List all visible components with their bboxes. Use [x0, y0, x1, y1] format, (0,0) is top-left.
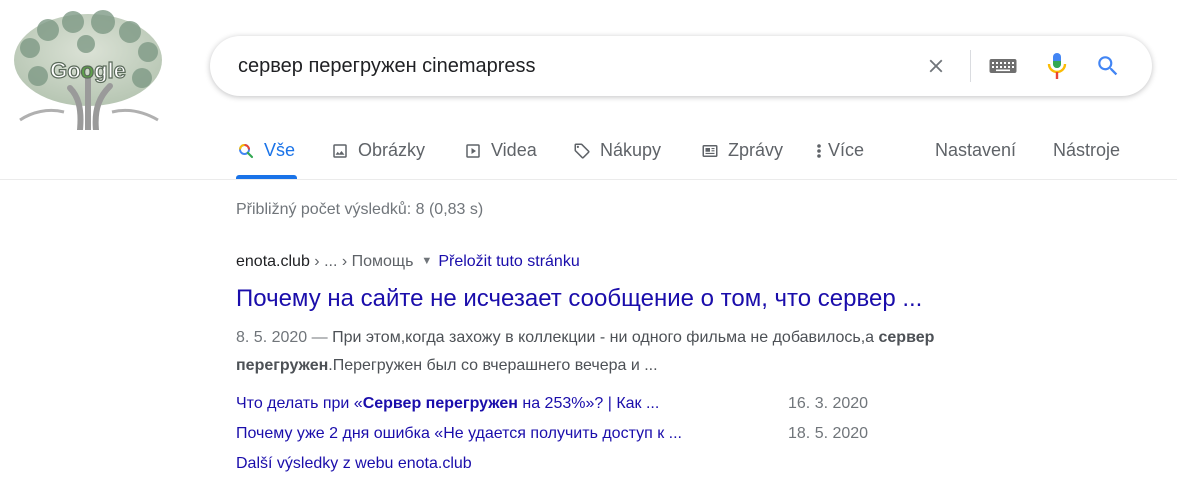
sublink-date: 16. 3. 2020 [788, 395, 869, 412]
result-stats: Přibližný počet výsledků: 8 (0,83 s) [236, 201, 484, 218]
voice-search-button[interactable] [1040, 49, 1074, 83]
tab-all[interactable]: Vše [236, 140, 297, 180]
news-icon [700, 141, 720, 161]
result-domain: enota.club [236, 253, 310, 270]
tab-label: Vše [264, 140, 296, 160]
tab-label: Obrázky [358, 140, 426, 160]
result-breadcrumb: enota.club › ... › Помощь ▼ Přeložit tuto … [236, 253, 580, 271]
search-divider [970, 50, 971, 82]
play-icon [463, 141, 483, 161]
sublink[interactable]: Что делать при «Сервер перегружен на 253… [236, 395, 788, 413]
virtual-keyboard-button[interactable] [986, 49, 1020, 83]
search-input[interactable] [238, 36, 898, 96]
snippet-text: При этом,когда захожу в коллекции - ни о… [332, 329, 879, 346]
result-path: › ... › Помощь [309, 253, 414, 270]
result-title-link[interactable]: Почему на сайте не исчезает сообщение о … [236, 285, 922, 313]
tag-icon [572, 141, 592, 161]
search-icon [236, 141, 256, 161]
google-doodle-logo[interactable]: Google [8, 8, 168, 130]
tab-news[interactable]: Zprávy [700, 140, 783, 180]
tab-label: Videa [491, 140, 537, 160]
sublink-bold: Сервер перегружен [362, 395, 518, 412]
tabs-divider [0, 179, 1177, 180]
sublink-date: 18. 5. 2020 [788, 425, 869, 442]
svg-text:Google: Google [50, 58, 126, 83]
translate-page-link[interactable]: Přeložit tuto stránku [438, 253, 579, 270]
tab-videos[interactable]: Videa [463, 140, 537, 180]
close-icon [929, 59, 943, 73]
sublink[interactable]: Почему уже 2 дня ошибка «Не удается полу… [236, 425, 788, 443]
tab-label: Více [828, 140, 865, 160]
microphone-icon [1047, 53, 1067, 79]
tab-label: Nákupy [600, 140, 662, 160]
sublink-text: Почему уже 2 дня ошибка «Не удается полу… [236, 425, 682, 442]
image-icon [330, 141, 350, 161]
sublink-row: Что делать при «Сервер перегружен на 253… [236, 395, 868, 413]
sublink-row: Почему уже 2 дня ошибка «Не удается полу… [236, 425, 868, 443]
keyboard-icon [989, 59, 1017, 73]
tab-label: Zprávy [728, 140, 784, 160]
search-button[interactable] [1091, 49, 1125, 83]
sublink-text: на 253%»? | Как ... [517, 395, 660, 412]
sublink-text: Что делать при « [236, 395, 363, 412]
more-results-link[interactable]: Další výsledky z webu enota.club [236, 455, 472, 473]
result-date: 8. 5. 2020 — [236, 329, 333, 346]
search-box [210, 36, 1152, 96]
snippet-text: .Перегружен был со вчерашнего вечера и .… [328, 357, 658, 374]
result-menu-arrow-icon[interactable]: ▼ [421, 255, 432, 267]
tab-more[interactable]: Více [814, 140, 864, 180]
tab-shopping[interactable]: Nákupy [572, 140, 661, 180]
tab-images[interactable]: Obrázky [330, 140, 425, 180]
tools-link[interactable]: Nástroje [1053, 140, 1120, 161]
result-snippet: 8. 5. 2020 — При этом,когда захожу в кол… [236, 324, 1016, 380]
search-icon [1098, 56, 1118, 76]
more-vert-icon [814, 141, 824, 161]
clear-search-button[interactable] [919, 49, 953, 83]
settings-link[interactable]: Nastavení [935, 140, 1016, 161]
